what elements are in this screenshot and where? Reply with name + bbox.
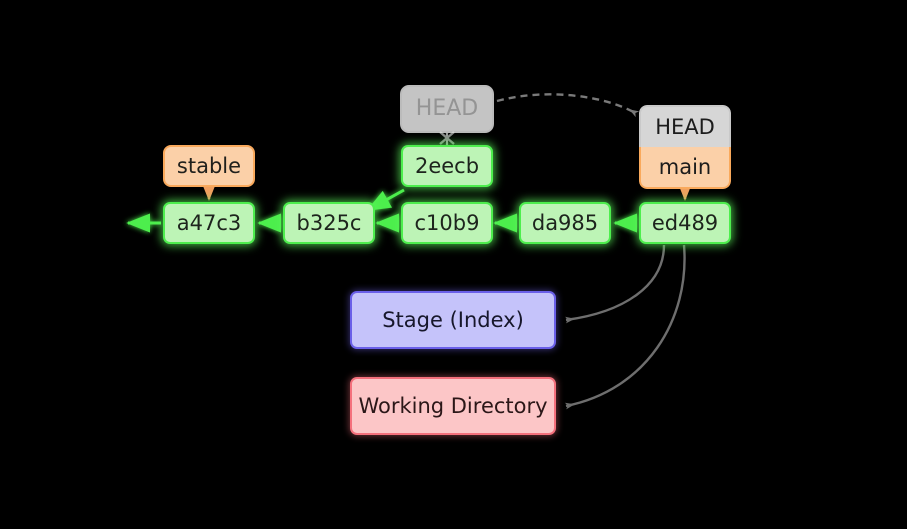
commit-node-ed489[interactable]: ed489 <box>639 202 731 244</box>
commit-node-a47c3[interactable]: a47c3 <box>163 202 255 244</box>
edge-ed489-to-working <box>564 244 686 410</box>
head-main-pointer[interactable]: HEAD main <box>639 105 731 189</box>
commit-node-b325c[interactable]: b325c <box>283 202 375 244</box>
commit-label-ed489: ed489 <box>651 210 719 235</box>
commit-label-c10b9: c10b9 <box>414 210 480 235</box>
commit-label-2eecb: 2eecb <box>414 153 480 178</box>
commit-label-da985: da985 <box>531 210 599 235</box>
working-directory-box[interactable]: Working Directory <box>350 377 556 435</box>
commit-node-2eecb[interactable]: 2eecb <box>401 145 493 187</box>
git-graph-diagram: HEAD HEAD main stable 2eecb a47c3 b325c … <box>0 0 907 529</box>
edge-layer <box>126 93 694 410</box>
edge-ghost-head-to-head-main <box>496 93 640 118</box>
ghost-head-label: HEAD <box>415 96 479 121</box>
commit-node-c10b9[interactable]: c10b9 <box>401 202 493 244</box>
commit-label-b325c: b325c <box>296 210 362 235</box>
head-pointer-part[interactable]: HEAD <box>639 105 731 147</box>
main-branch-label: main <box>658 154 712 179</box>
ghost-head-node[interactable]: HEAD <box>400 85 494 133</box>
head-label: HEAD <box>655 114 715 139</box>
branch-ref-stable-label: stable <box>176 153 242 178</box>
stage-index-label: Stage (Index) <box>382 307 524 332</box>
working-directory-label: Working Directory <box>358 393 548 418</box>
commit-label-a47c3: a47c3 <box>176 210 242 235</box>
branch-ref-stable[interactable]: stable <box>163 145 255 187</box>
stage-index-box[interactable]: Stage (Index) <box>350 291 556 349</box>
main-branch-part[interactable]: main <box>639 147 731 189</box>
commit-node-da985[interactable]: da985 <box>519 202 611 244</box>
cancel-x-icon <box>439 131 455 145</box>
edge-ed489-to-stage <box>565 244 666 324</box>
